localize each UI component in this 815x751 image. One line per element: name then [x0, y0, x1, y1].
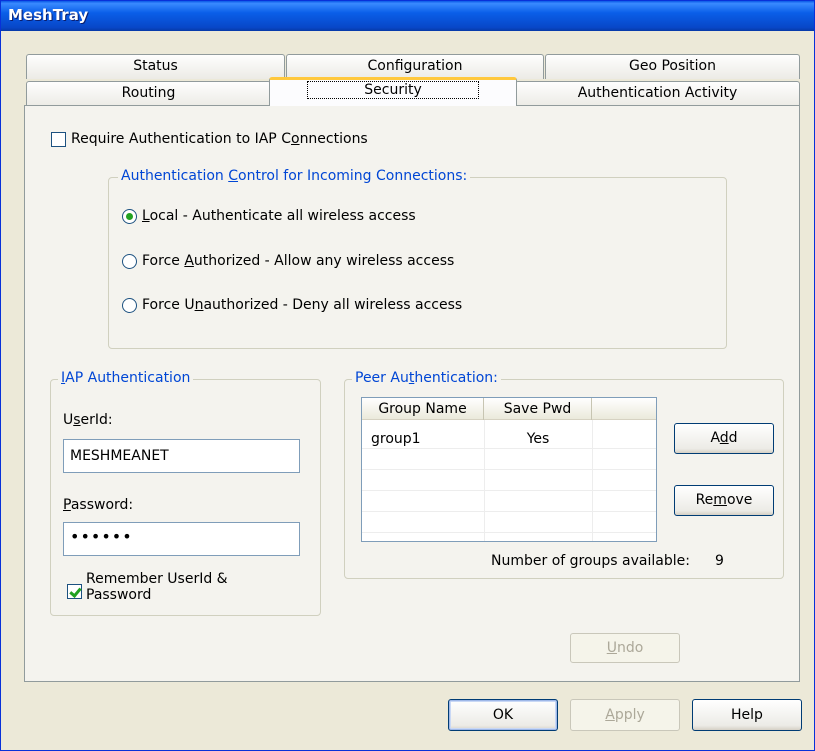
require-auth-label[interactable]: Require Authentication to IAP Connection…: [71, 131, 368, 147]
cell-group-name: group1: [371, 431, 421, 447]
auth-control-group-title: Authentication Control for Incoming Conn…: [118, 168, 471, 184]
window-title: MeshTray: [8, 6, 89, 24]
help-button[interactable]: Help: [692, 699, 802, 731]
empty-row: [362, 492, 656, 512]
password-input[interactable]: ••••••: [63, 522, 300, 556]
column-header-save-pwd[interactable]: Save Pwd: [484, 398, 592, 420]
tab-authentication-activity-label: Authentication Activity: [577, 85, 738, 101]
tab-routing-label: Routing: [121, 85, 176, 101]
radio-local[interactable]: [122, 209, 137, 224]
peer-auth-group-title: Peer Authentication:: [352, 370, 501, 386]
password-label: Password:: [63, 497, 134, 513]
undo-button[interactable]: Undo: [570, 633, 680, 663]
radio-force-unauthorized[interactable]: [122, 298, 137, 313]
tab-geo-position[interactable]: Geo Position: [545, 54, 800, 79]
table-header: Group Name Save Pwd: [362, 398, 656, 420]
groups-available-label: Number of groups available:: [491, 553, 690, 569]
empty-row: [362, 471, 656, 491]
empty-row: [362, 513, 656, 533]
groups-available-value: 9: [715, 553, 724, 569]
radio-force-authorized-label[interactable]: Force Authorized - Allow any wireless ac…: [142, 253, 454, 269]
tab-status-label: Status: [133, 58, 178, 74]
add-button[interactable]: Add: [674, 423, 774, 454]
iap-auth-group-title: IAP Authentication: [58, 370, 194, 386]
tab-configuration-label: Configuration: [367, 58, 463, 74]
userid-label: UserId:: [63, 412, 113, 428]
remember-label[interactable]: Remember UserId & Password: [86, 571, 228, 603]
meshtray-window: MeshTray Status Configuration Geo Positi…: [0, 0, 815, 751]
tab-security-label: Security: [307, 81, 479, 99]
tab-status[interactable]: Status: [26, 54, 285, 79]
table-row[interactable]: group1 Yes: [362, 429, 656, 449]
apply-button[interactable]: Apply: [570, 699, 680, 731]
peer-groups-table[interactable]: Group Name Save Pwd group1 Yes: [361, 397, 657, 542]
radio-local-label[interactable]: Local - Authenticate all wireless access: [142, 208, 416, 224]
remove-button[interactable]: Remove: [674, 485, 774, 516]
tab-security[interactable]: Security: [269, 77, 517, 106]
remember-checkbox[interactable]: [67, 584, 82, 599]
require-auth-checkbox[interactable]: [51, 132, 66, 147]
title-bar[interactable]: MeshTray: [1, 1, 814, 31]
column-header-group-name[interactable]: Group Name: [362, 398, 484, 420]
radio-force-unauthorized-label[interactable]: Force Unauthorized - Deny all wireless a…: [142, 297, 462, 313]
tab-routing[interactable]: Routing: [26, 81, 271, 106]
ok-button[interactable]: OK: [448, 699, 558, 731]
tab-configuration[interactable]: Configuration: [286, 54, 544, 79]
tab-authentication-activity[interactable]: Authentication Activity: [515, 81, 800, 106]
userid-input[interactable]: MESHMEANET: [63, 439, 300, 473]
cell-save-pwd: Yes: [526, 431, 550, 447]
radio-force-authorized[interactable]: [122, 254, 137, 269]
tab-geo-position-label: Geo Position: [629, 58, 716, 74]
empty-row: [362, 450, 656, 470]
